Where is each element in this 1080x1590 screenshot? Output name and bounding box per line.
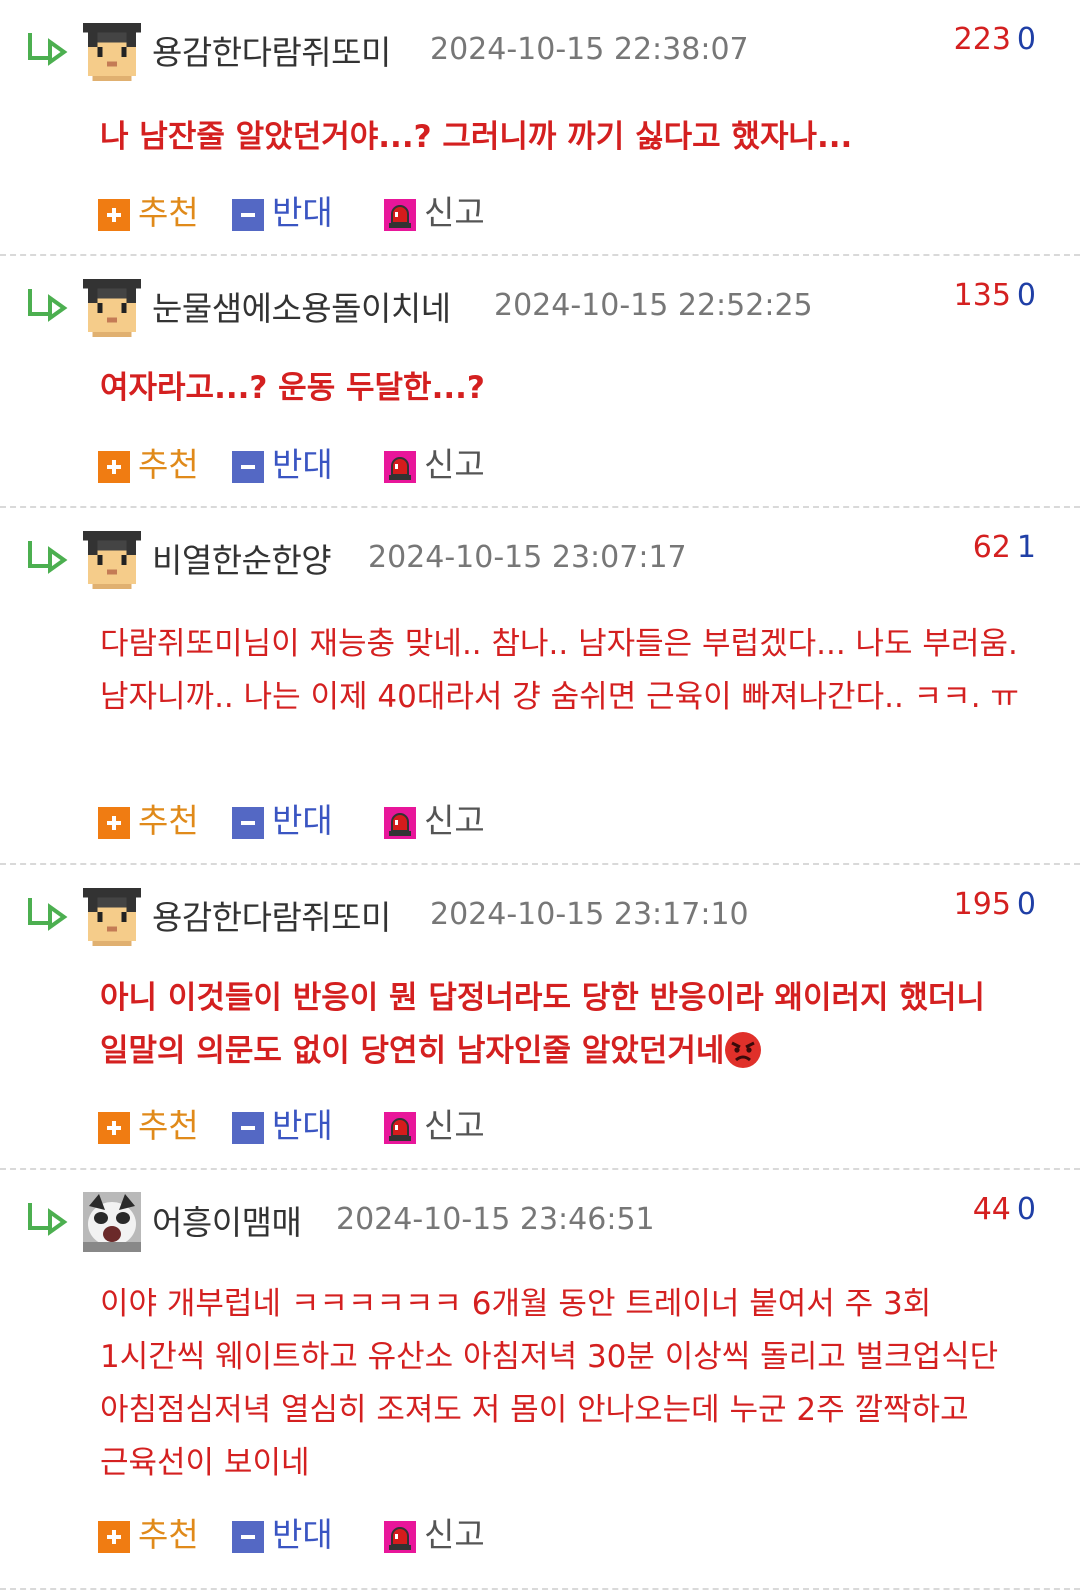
vote-counts: 135 0 — [954, 278, 1036, 313]
comment-date: 2024-10-15 22:52:25 — [494, 288, 813, 323]
upvote-count: 135 — [953, 278, 1011, 313]
author-nickname[interactable]: 눈물샘에소용돌이치네 — [152, 282, 451, 330]
pixel-avatar-icon[interactable] — [83, 22, 141, 82]
comment-text: 이야 개부럽네 ㅋㅋㅋㅋㅋㅋ 6개월 동안 트레이너 붙여서 주 3회 1시간씩… — [100, 1286, 999, 1481]
pixel-avatar-icon[interactable] — [83, 887, 141, 947]
comment-item: 눈물샘에소용돌이치네 2024-10-15 22:52:25 135 0 여자라고… — [0, 256, 1080, 508]
oppose-label: 반대 — [272, 1106, 333, 1145]
comment-date: 2024-10-15 23:46:51 — [336, 1202, 655, 1237]
pixel-avatar-icon[interactable] — [83, 530, 141, 590]
report-label: 신고 — [424, 1106, 485, 1145]
downvote-count: 0 — [1016, 1192, 1036, 1227]
comment-item: 어흥이맴매 2024-10-15 23:46:51 44 0 이야 개부럽네 ㅋㅋ… — [0, 1170, 1080, 1590]
comment-header: 어흥이맴매 2024-10-15 23:46:51 44 0 — [0, 1190, 1080, 1260]
downvote-count: 0 — [1016, 887, 1036, 922]
upvote-count: 195 — [953, 887, 1011, 922]
oppose-label: 반대 — [272, 193, 333, 232]
report-label: 신고 — [424, 193, 485, 232]
recommend-label: 추천 — [138, 1515, 199, 1554]
recommend-label: 추천 — [138, 1106, 199, 1145]
comment-item: 비열한순한양 2024-10-15 23:07:17 62 1 다람쥐또미님이 재… — [0, 508, 1080, 865]
pixel-avatar-icon[interactable] — [83, 278, 141, 338]
downvote-count: 1 — [1016, 530, 1036, 565]
minus-icon — [232, 451, 264, 483]
siren-icon — [384, 1521, 416, 1553]
comment-header: 비열한순한양 2024-10-15 23:07:17 62 1 — [0, 528, 1080, 598]
report-label: 신고 — [424, 1515, 485, 1554]
reply-arrow-icon — [26, 895, 70, 931]
reply-arrow-icon — [26, 30, 70, 66]
minus-icon — [232, 1521, 264, 1553]
oppose-label: 반대 — [272, 1515, 333, 1554]
siren-icon — [384, 1112, 416, 1144]
comment-header: 용감한다람쥐또미 2024-10-15 23:17:10 195 0 — [0, 885, 1080, 955]
reply-arrow-icon — [26, 1200, 70, 1236]
comment-date: 2024-10-15 22:38:07 — [430, 32, 749, 67]
oppose-label: 반대 — [272, 445, 333, 484]
vote-counts: 44 0 — [973, 1192, 1036, 1227]
comment-text: 아니 이것들이 반응이 뭔 답정너라도 당한 반응이라 왜이러지 했더니 일말의… — [100, 980, 985, 1069]
report-label: 신고 — [424, 445, 485, 484]
reply-arrow-icon — [26, 538, 70, 574]
comment-text-container: 아니 이것들이 반응이 뭔 답정너라도 당한 반응이라 왜이러지 했더니 일말의… — [100, 972, 1030, 1078]
upvote-count: 223 — [953, 22, 1011, 57]
downvote-count: 0 — [1016, 278, 1036, 313]
plus-icon — [98, 807, 130, 839]
angry-face-icon — [724, 1031, 762, 1069]
comment-date: 2024-10-15 23:07:17 — [368, 540, 687, 575]
upvote-count: 62 — [972, 530, 1011, 565]
recommend-label: 추천 — [138, 801, 199, 840]
minus-icon — [232, 807, 264, 839]
plus-icon — [98, 1521, 130, 1553]
minus-icon — [232, 1112, 264, 1144]
siren-icon — [384, 199, 416, 231]
recommend-label: 추천 — [138, 445, 199, 484]
comment-header: 용감한다람쥐또미 2024-10-15 22:38:07 223 0 — [0, 20, 1080, 90]
comment-item: 용감한다람쥐또미 2024-10-15 22:38:07 223 0 나 남잔줄 … — [0, 0, 1080, 256]
author-nickname[interactable]: 비열한순한양 — [152, 534, 332, 582]
plus-icon — [98, 1112, 130, 1144]
vote-counts: 62 1 — [973, 530, 1036, 565]
vote-counts: 195 0 — [954, 887, 1036, 922]
comment-text: 다람쥐또미님이 재능충 맞네.. 참나.. 남자들은 부럽겠다... 나도 부러… — [100, 626, 1019, 715]
comment-text: 여자라고...? 운동 두달한...? — [100, 370, 485, 406]
plus-icon — [98, 451, 130, 483]
author-nickname[interactable]: 용감한다람쥐또미 — [152, 891, 391, 939]
author-nickname[interactable]: 용감한다람쥐또미 — [152, 26, 391, 74]
author-nickname[interactable]: 어흥이맴매 — [152, 1196, 302, 1244]
plus-icon — [98, 199, 130, 231]
vote-counts: 223 0 — [954, 22, 1036, 57]
report-label: 신고 — [424, 801, 485, 840]
comment-text: 나 남잔줄 알았던거야...? 그러니까 까기 싫다고 했자나... — [100, 119, 853, 155]
comment-date: 2024-10-15 23:17:10 — [430, 897, 749, 932]
reply-arrow-icon — [26, 286, 70, 322]
siren-icon — [384, 451, 416, 483]
comment-header: 눈물샘에소용돌이치네 2024-10-15 22:52:25 135 0 — [0, 276, 1080, 346]
cat-photo-avatar[interactable] — [83, 1192, 141, 1252]
recommend-label: 추천 — [138, 193, 199, 232]
oppose-label: 반대 — [272, 801, 333, 840]
siren-icon — [384, 807, 416, 839]
downvote-count: 0 — [1016, 22, 1036, 57]
minus-icon — [232, 199, 264, 231]
comment-item: 용감한다람쥐또미 2024-10-15 23:17:10 195 0 아니 이것들… — [0, 865, 1080, 1170]
upvote-count: 44 — [972, 1192, 1011, 1227]
